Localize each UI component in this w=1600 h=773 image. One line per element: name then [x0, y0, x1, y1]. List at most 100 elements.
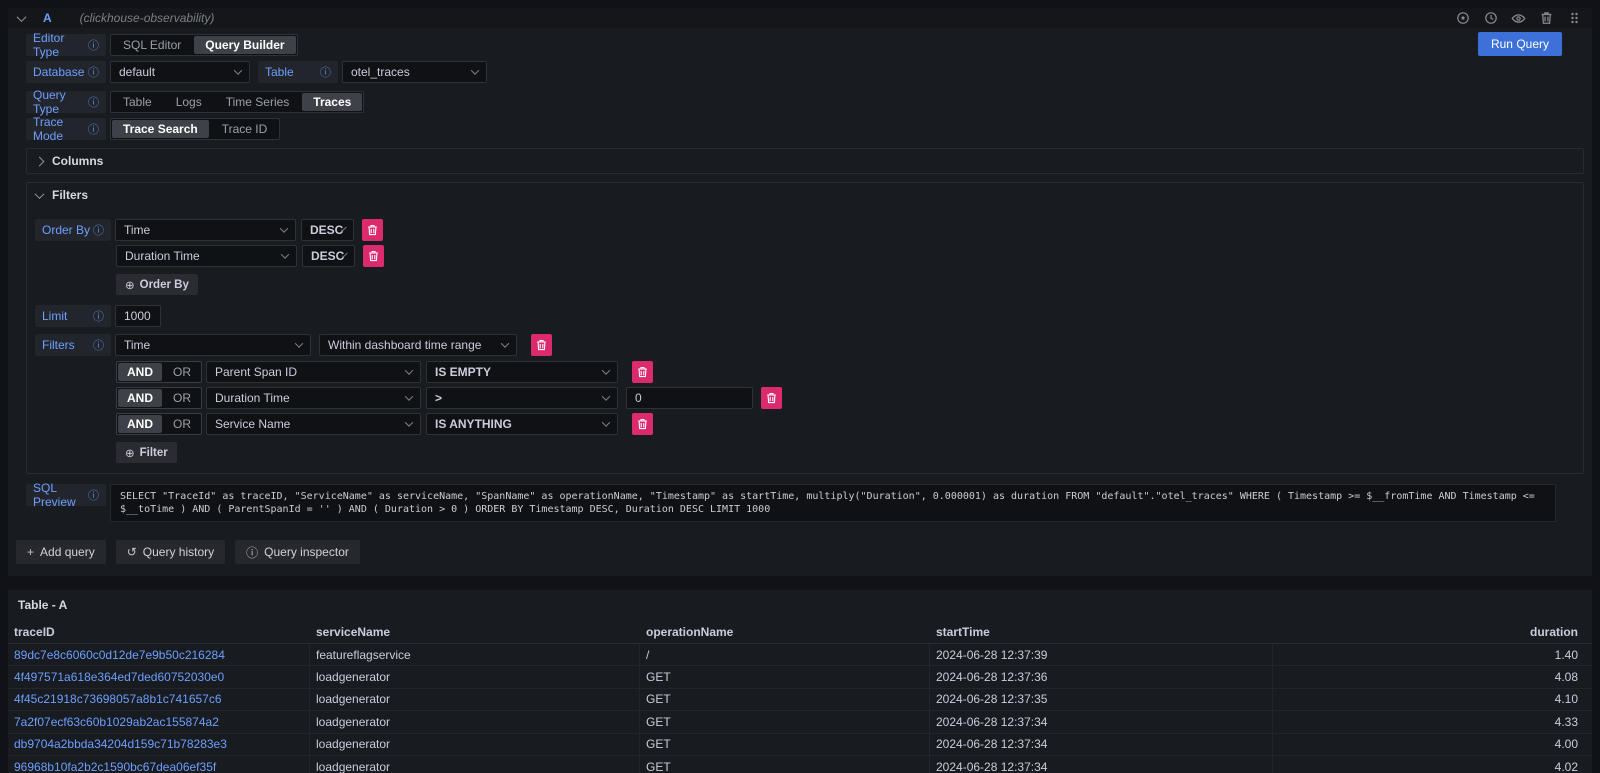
add-query-button[interactable]: + Add query	[16, 540, 106, 564]
info-icon[interactable]: ⓘ	[93, 222, 104, 238]
circle-plus-icon: ⊕	[125, 278, 135, 292]
info-icon[interactable]: ⓘ	[88, 121, 99, 137]
query-type-option-time-series[interactable]: Time Series	[215, 93, 301, 111]
trace-id-link[interactable]: 4f497571a618e364ed7ded60752030e0	[14, 670, 224, 684]
collapse-chevron-icon[interactable]	[17, 12, 27, 22]
trace-id-link[interactable]: 89dc7e8c6060c0d12de7e9b50c216284	[14, 648, 225, 662]
remove-order-by-button[interactable]	[363, 245, 384, 267]
trace-mode-option-trace-search[interactable]: Trace Search	[112, 120, 209, 138]
remove-order-by-button[interactable]	[362, 219, 383, 241]
info-icon[interactable]: ⓘ	[88, 487, 99, 503]
editor-type-label: Editor Type ⓘ	[26, 34, 106, 56]
info-icon[interactable]: ⓘ	[93, 337, 104, 353]
query-type-option-logs[interactable]: Logs	[165, 93, 213, 111]
record-icon[interactable]	[1455, 11, 1470, 26]
query-editor-panel: A (clickhouse-observability) Run Query	[8, 8, 1592, 576]
trace-id-link[interactable]: 7a2f07ecf63c60b1029ab2ac155874a2	[14, 715, 219, 729]
filter-field-select[interactable]: Service Name	[206, 413, 421, 435]
chevron-down-icon	[280, 224, 288, 232]
chevron-down-icon	[602, 366, 610, 374]
filters-section-header[interactable]: Filters	[27, 183, 1583, 207]
datasource-name: (clickhouse-observability)	[80, 11, 215, 25]
cell-startTime: 2024-06-28 12:37:39	[930, 644, 1273, 665]
cell-traceID: 7a2f07ecf63c60b1029ab2ac155874a2	[8, 711, 310, 732]
or-option[interactable]: OR	[164, 415, 200, 433]
drag-handle-icon[interactable]	[1567, 11, 1582, 26]
or-option[interactable]: OR	[164, 389, 200, 407]
circle-plus-icon: ⊕	[125, 446, 135, 460]
remove-filter-button[interactable]	[632, 413, 653, 435]
eye-icon[interactable]	[1511, 11, 1526, 26]
order-by-field-select[interactable]: Duration Time	[116, 245, 297, 267]
editor-type-option-sql-editor[interactable]: SQL Editor	[112, 36, 192, 54]
trash-icon[interactable]	[1539, 11, 1554, 26]
filter-operator-select[interactable]: >	[426, 387, 618, 409]
order-by-direction-select[interactable]: DESC	[301, 219, 354, 241]
table-row: db9704a2bbda34204d159c71b78283e3 loadgene…	[8, 734, 1592, 756]
info-icon[interactable]: ⓘ	[88, 37, 99, 53]
chevron-down-icon	[234, 66, 242, 74]
chevron-down-icon	[35, 189, 45, 199]
order-by-label: Order By ⓘ	[35, 219, 111, 241]
trace-id-link[interactable]: 4f45c21918c73698057a8b1c741657c6	[14, 692, 222, 706]
order-by-direction-select[interactable]: DESC	[302, 245, 355, 267]
remove-filter-button[interactable]	[632, 361, 653, 383]
filter-field-select[interactable]: Duration Time	[206, 387, 421, 409]
query-type-option-table[interactable]: Table	[112, 93, 163, 111]
info-icon[interactable]: ⓘ	[320, 64, 331, 80]
query-inspector-button[interactable]: ⓘ Query inspector	[235, 540, 360, 564]
order-by-field-select[interactable]: Time	[115, 219, 296, 241]
query-ref-id[interactable]: A	[43, 11, 52, 25]
query-type-option-traces[interactable]: Traces	[302, 93, 362, 111]
column-header-traceID[interactable]: traceID	[8, 620, 310, 643]
and-option[interactable]: AND	[118, 389, 162, 407]
cell-operationName: GET	[640, 689, 930, 710]
remove-filter-button[interactable]	[531, 334, 552, 356]
cell-startTime: 2024-06-28 12:37:34	[930, 734, 1273, 755]
filter-field-select[interactable]: Time	[115, 334, 311, 356]
filters-label: Filters ⓘ	[35, 334, 111, 356]
info-icon[interactable]: ⓘ	[88, 94, 99, 110]
editor-type-option-query-builder[interactable]: Query Builder	[194, 36, 295, 54]
add-filter-button[interactable]: ⊕ Filter	[116, 442, 177, 463]
trace-id-link[interactable]: 96968b10fa2b2c1590bc67dea06ef35f	[14, 760, 216, 773]
query-history-button[interactable]: ↺ Query history	[116, 540, 225, 564]
trace-mode-option-trace-id[interactable]: Trace ID	[211, 120, 279, 138]
trace-id-link[interactable]: db9704a2bbda34204d159c71b78283e3	[14, 737, 227, 751]
filter-operator-select[interactable]: Within dashboard time range	[319, 334, 517, 356]
column-header-startTime[interactable]: startTime	[930, 620, 1273, 643]
table-select[interactable]: otel_traces	[342, 61, 487, 83]
and-option[interactable]: AND	[118, 415, 162, 433]
info-icon[interactable]: ⓘ	[93, 308, 104, 324]
info-icon[interactable]: ⓘ	[88, 64, 99, 80]
filters-section-body: Order By ⓘ Time DESC Duration Tim	[27, 207, 1583, 473]
grafana-page: { "colors": { "accent_blue": "#3d71d9", …	[0, 8, 1600, 773]
cell-serviceName: loadgenerator	[310, 734, 640, 755]
history-clock-icon[interactable]	[1483, 11, 1498, 26]
trace-mode-radio-group: Trace Search Trace ID	[110, 118, 280, 140]
history-icon: ↺	[127, 545, 137, 559]
filter-operator-select[interactable]: IS ANYTHING	[426, 413, 618, 435]
and-option[interactable]: AND	[118, 363, 162, 381]
results-table: traceIDserviceNameoperationNamestartTime…	[8, 620, 1592, 773]
cell-operationName: GET	[640, 756, 930, 773]
table-row: 4f497571a618e364ed7ded60752030e0loadgene…	[8, 666, 1592, 688]
run-query-button[interactable]: Run Query	[1478, 32, 1562, 56]
filter-value-input[interactable]	[626, 387, 753, 409]
add-order-by-button[interactable]: ⊕ Order By	[116, 274, 198, 295]
or-option[interactable]: OR	[164, 363, 200, 381]
remove-filter-button[interactable]	[761, 387, 782, 409]
filter-operator-select[interactable]: IS EMPTY	[426, 361, 618, 383]
chevron-down-icon	[471, 66, 479, 74]
chevron-down-icon	[295, 339, 303, 347]
query-type-label: Query Type ⓘ	[26, 91, 106, 113]
column-header-duration[interactable]: duration	[1273, 620, 1592, 643]
limit-input[interactable]	[115, 305, 161, 327]
database-select[interactable]: default	[110, 61, 250, 83]
chevron-down-icon	[281, 250, 289, 258]
column-header-serviceName[interactable]: serviceName	[310, 620, 640, 643]
columns-section-header[interactable]: Columns	[27, 149, 1583, 173]
table-header-row: traceIDserviceNameoperationNamestartTime…	[8, 620, 1592, 644]
filter-field-select[interactable]: Parent Span ID	[206, 361, 421, 383]
column-header-operationName[interactable]: operationName	[640, 620, 930, 643]
